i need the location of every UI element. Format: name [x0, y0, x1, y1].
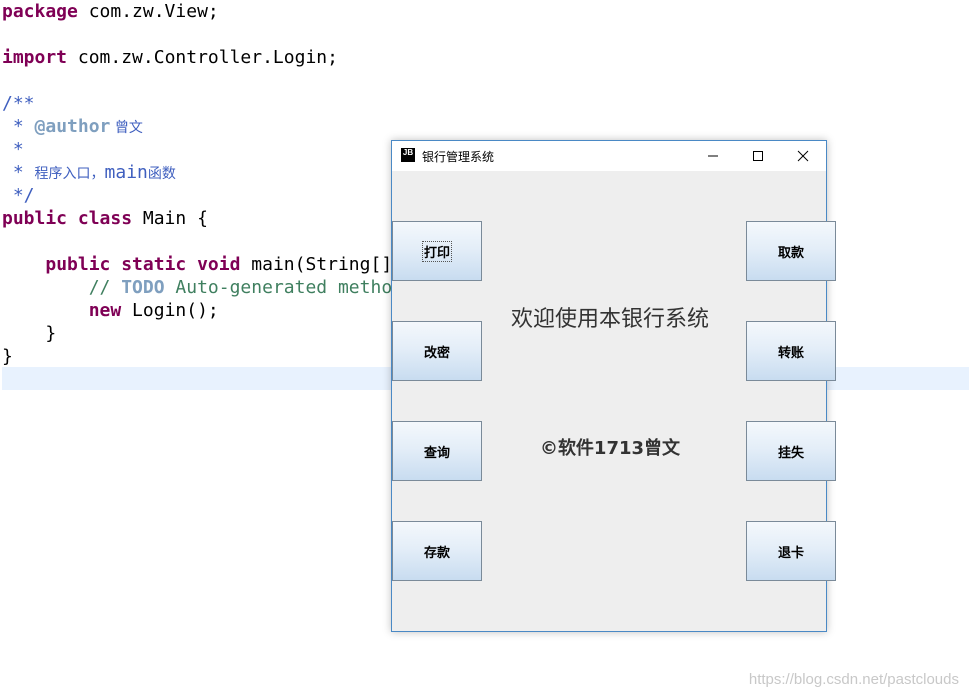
- code-line: *: [2, 139, 24, 160]
- maximize-button[interactable]: [735, 141, 779, 171]
- code-line: }: [2, 346, 13, 367]
- code-line: package com.zw.View;: [2, 1, 219, 22]
- code-line: /**: [2, 93, 35, 114]
- query-button[interactable]: 查询: [392, 421, 482, 481]
- code-line: * @author 曾文: [2, 116, 143, 137]
- change-password-button[interactable]: 改密: [392, 321, 482, 381]
- title-bar[interactable]: JB 银行管理系统: [392, 141, 826, 171]
- maximize-icon: [753, 151, 763, 161]
- close-button[interactable]: [780, 141, 824, 171]
- report-loss-button[interactable]: 挂失: [746, 421, 836, 481]
- code-line: // TODO Auto-generated metho: [88, 277, 393, 298]
- code-line: new Login();: [88, 300, 219, 321]
- welcome-label: 欢迎使用本银行系统: [510, 307, 709, 332]
- deposit-button[interactable]: 存款: [392, 521, 482, 581]
- code-line: * 程序入口，main函数: [2, 162, 176, 183]
- watermark: https://blog.csdn.net/pastclouds: [748, 671, 959, 688]
- minimize-button[interactable]: [690, 141, 734, 171]
- code-line: public static void main(String[]: [45, 254, 393, 275]
- code-line: */: [2, 185, 35, 206]
- eject-card-button[interactable]: 退卡: [746, 521, 836, 581]
- code-line: }: [2, 323, 57, 344]
- java-app-icon: JB: [401, 148, 415, 162]
- minimize-icon: [708, 155, 718, 157]
- print-button[interactable]: 打印: [392, 221, 482, 281]
- withdraw-button[interactable]: 取款: [746, 221, 836, 281]
- window-title: 银行管理系统: [422, 150, 495, 164]
- code-line: public class Main {: [2, 208, 208, 229]
- copyright-label: ©软件1713曾文: [539, 438, 681, 459]
- transfer-button[interactable]: 转账: [746, 321, 836, 381]
- bank-system-window: JB 银行管理系统 打印 改密 查询 存款 取款 转账 挂失 退卡 欢迎使用本银…: [391, 140, 836, 632]
- code-line: import com.zw.Controller.Login;: [2, 47, 338, 68]
- close-icon: [797, 150, 809, 162]
